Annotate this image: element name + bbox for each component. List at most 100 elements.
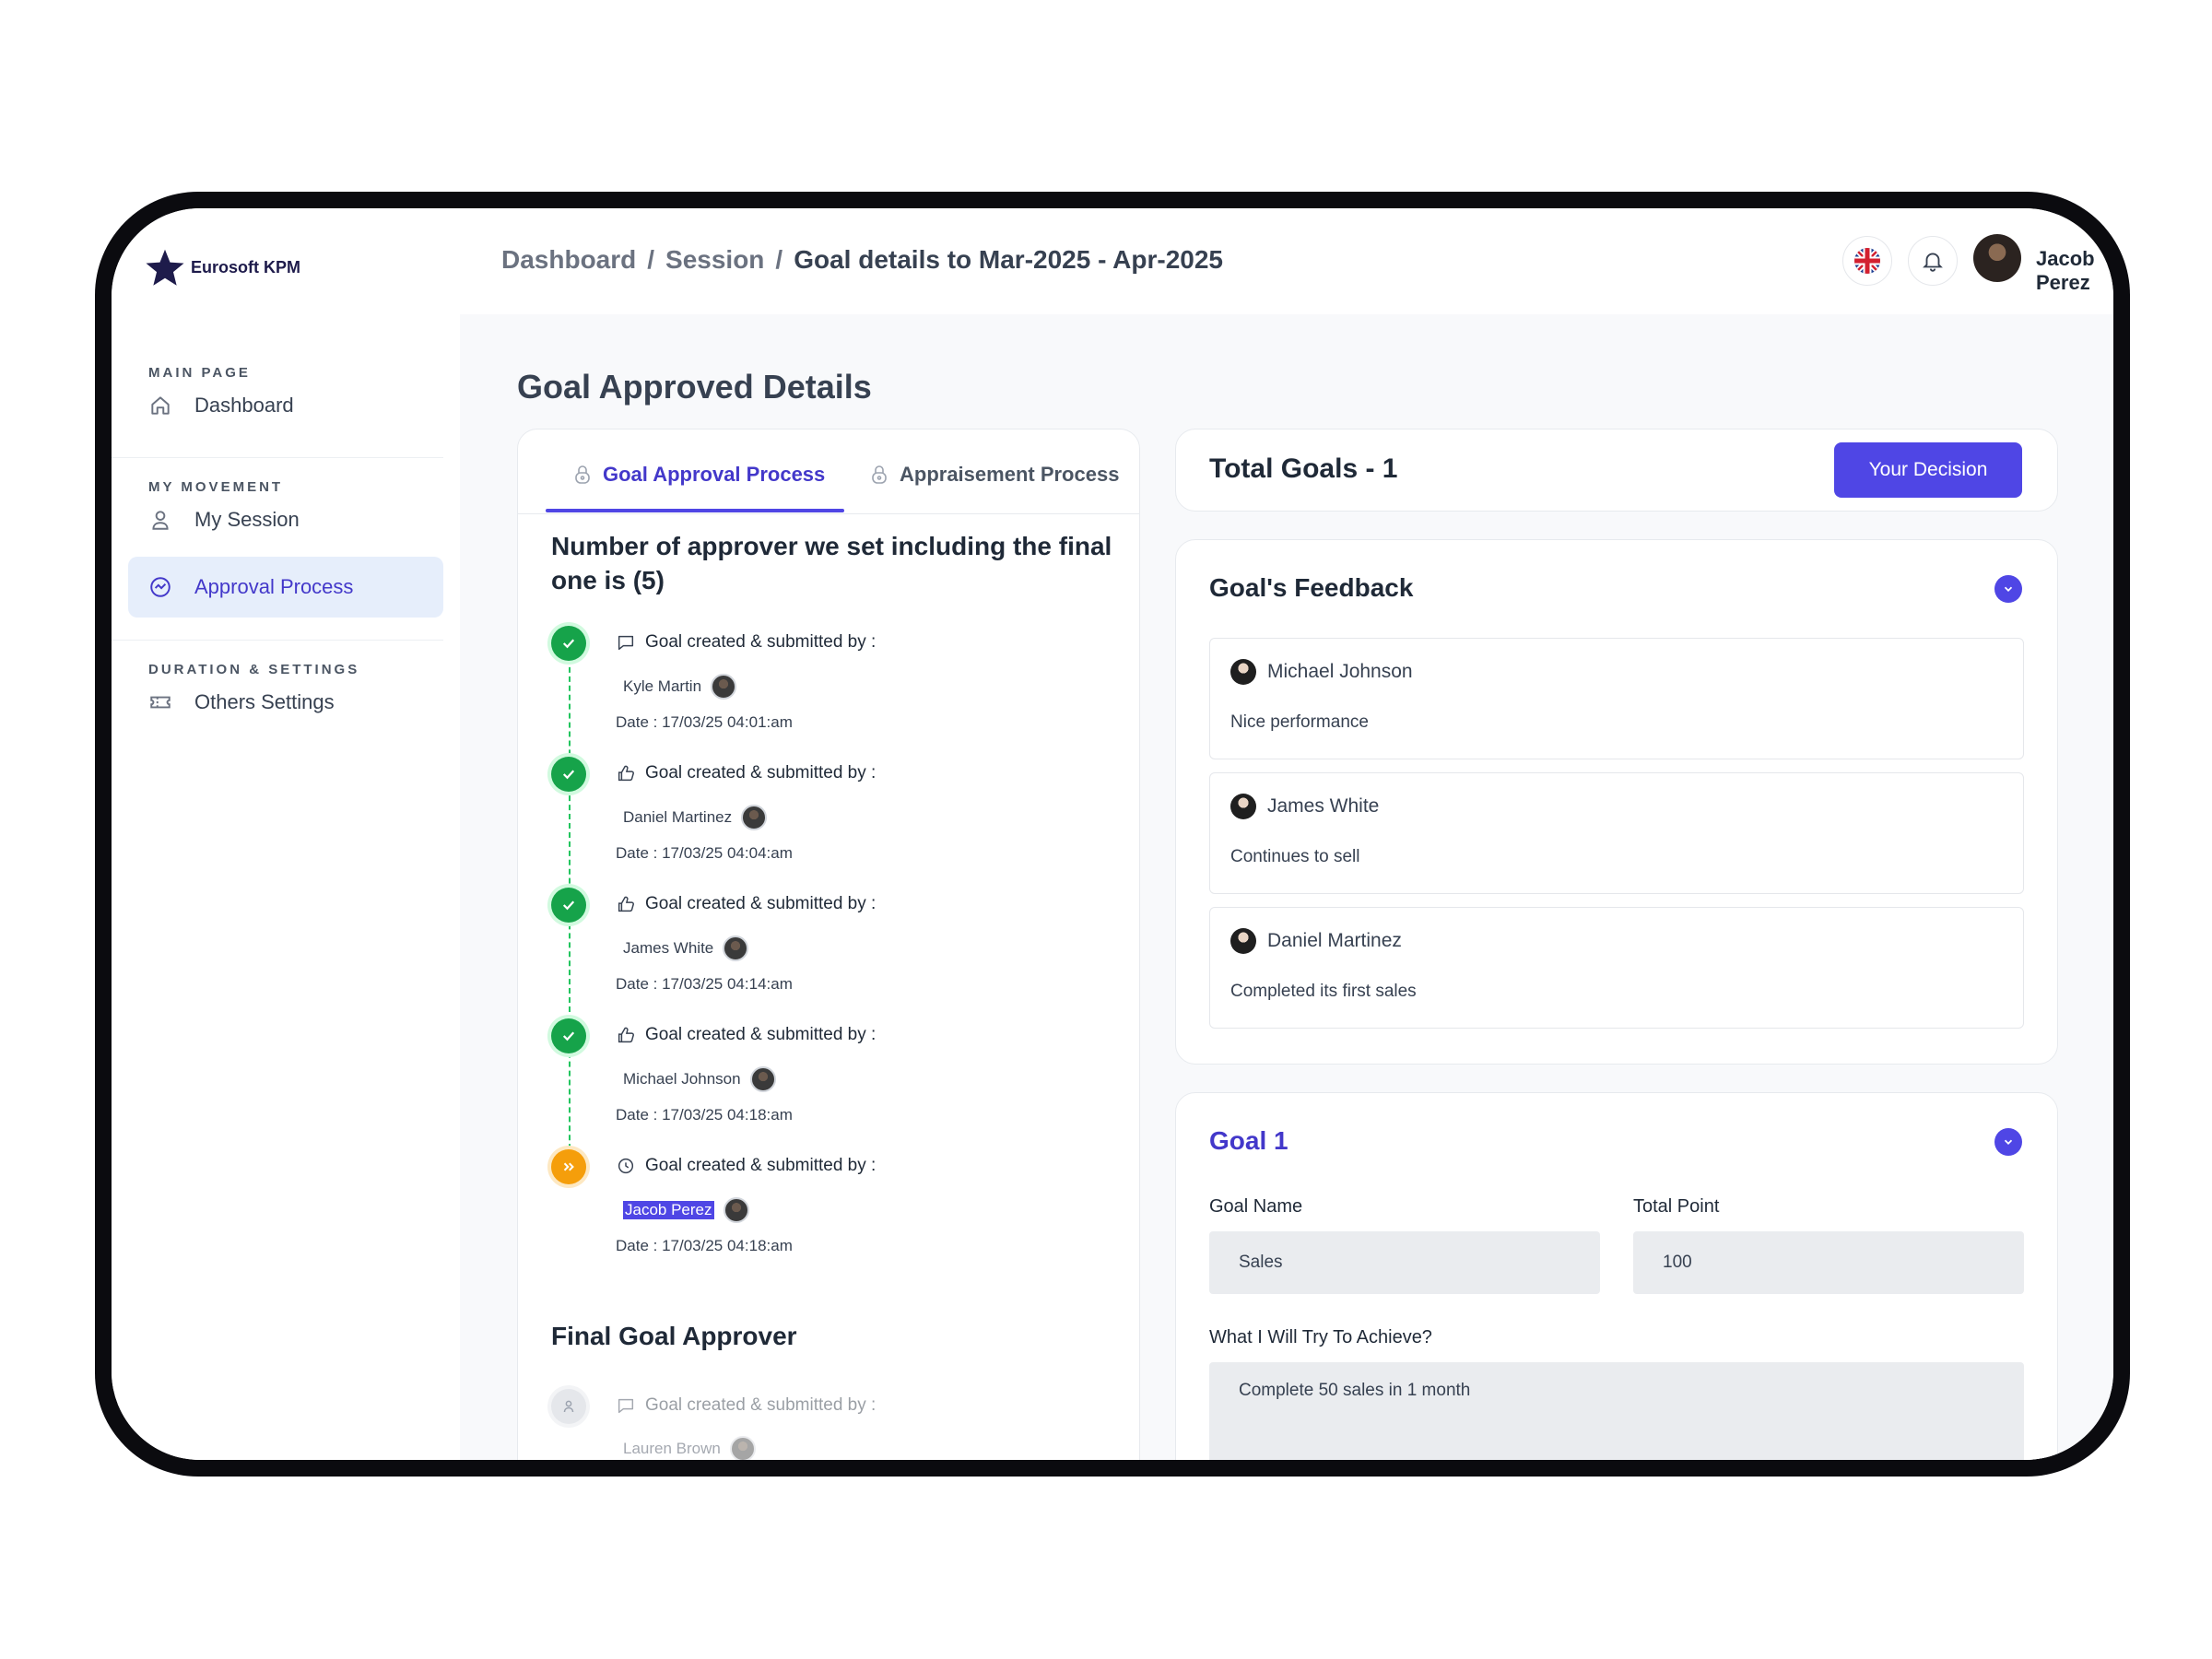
step-user: Michael Johnson [623,1066,776,1092]
goal-name-field[interactable]: Sales [1209,1231,1600,1294]
feedback-user-name: James White [1267,795,1380,817]
device-frame: Eurosoft KPM MAIN PAGE Dashboard MY MOVE… [95,192,2130,1477]
goal-name-label: Goal Name [1209,1196,1303,1217]
collapse-goal-button[interactable] [1994,1128,2022,1156]
sidebar-item-dashboard[interactable]: Dashboard [128,375,443,436]
lock-icon [872,465,887,484]
breadcrumb-session[interactable]: Session [665,245,764,275]
notification-button[interactable] [1908,236,1958,286]
comment-icon [618,635,634,651]
language-button[interactable] [1842,236,1892,286]
step-user-name: Daniel Martinez [623,808,733,826]
step-status-done [551,1018,586,1053]
tab-bar: Goal Approval Process Appraisement Proce… [518,429,1139,514]
avatar [1230,794,1256,819]
step-user-name: Kyle Martin [623,677,702,695]
chevron-down-icon [2004,1139,2013,1145]
breadcrumb: Dashboard / Session / Goal details to Ma… [501,245,1223,275]
step-status-done [551,626,586,661]
total-goals-card: Total Goals - 1 Your Decision [1175,429,2058,512]
app-screen: Eurosoft KPM MAIN PAGE Dashboard MY MOVE… [112,208,2113,1460]
total-point-field[interactable]: 100 [1633,1231,2024,1294]
breadcrumb-separator: / [775,245,783,274]
sidebar: Eurosoft KPM MAIN PAGE Dashboard MY MOVE… [112,208,460,1460]
sidebar-item-label: Approval Process [194,575,354,598]
check-icon [562,770,575,780]
feedback-user-name: Daniel Martinez [1267,930,1402,951]
approval-process-card: Goal Approval Process Appraisement Proce… [517,429,1140,1460]
total-point-label: Total Point [1633,1196,1720,1217]
sidebar-divider [112,640,443,641]
step-action: Goal created & submitted by : [616,1025,876,1045]
final-approver-title: Final Goal Approver [551,1322,797,1350]
step-status-done [551,757,586,792]
thumbs-up-icon [618,896,634,912]
sidebar-item-label: Dashboard [194,394,294,417]
active-tab-indicator [546,509,844,512]
goal-feedback-card: Goal's Feedback Michael Johnson Nice per… [1175,539,2058,1065]
feedback-user-name: Michael Johnson [1267,661,1413,682]
sidebar-item-my-session[interactable]: My Session [128,489,443,550]
breadcrumb-current: Goal details to Mar-2025 - Apr-2025 [794,245,1223,274]
feedback-text: Nice performance [1230,712,1369,732]
goal-title: Goal 1 [1209,1126,1288,1155]
avatar [723,1197,749,1223]
breadcrumb-separator: / [647,245,655,274]
brand-name: Eurosoft KPM [191,257,300,276]
thumbs-up-icon [618,1027,634,1043]
sidebar-item-others-settings[interactable]: Others Settings [128,672,443,733]
step-user-name: Jacob Perez [623,1201,714,1219]
feedback-text: Completed its first sales [1230,982,1417,1001]
step-date: Date : 17/03/25 04:01:am [616,713,793,731]
step-user-name: James White [623,939,714,957]
step-user-name: Lauren Brown [623,1440,721,1457]
avatar [1230,659,1256,685]
tab-goal-approval-process[interactable]: Goal Approval Process [571,463,825,487]
step-date: Date : 17/03/25 04:18:am [616,1237,793,1254]
feedback-user: Michael Johnson [1230,659,1413,685]
feedback-text: Continues to sell [1230,847,1360,866]
sidebar-divider [112,457,443,458]
step-user: Lauren Brown [623,1436,756,1460]
step-user: Jacob Perez [623,1197,749,1223]
tab-appraisement-process[interactable]: Appraisement Process [868,463,1119,487]
user-avatar[interactable] [1973,234,2021,282]
feedback-title: Goal's Feedback [1209,573,1414,602]
avatar [1230,928,1256,954]
step-action-text: Goal created & submitted by : [645,1395,877,1415]
step-status-pending [551,1149,586,1184]
feedback-item: Daniel Martinez Completed its first sale… [1209,907,2024,1029]
step-action-text: Goal created & submitted by : [645,632,877,652]
step-date: Date : 17/03/25 04:04:am [616,844,793,862]
step-action-text: Goal created & submitted by : [645,1025,877,1044]
collapse-feedback-button[interactable] [1994,575,2022,603]
clock-icon [618,1158,634,1174]
feedback-user: James White [1230,794,1379,819]
breadcrumb-dashboard[interactable]: Dashboard [501,245,636,275]
achieve-label: What I Will Try To Achieve? [1209,1327,1432,1347]
step-status-done [551,888,586,923]
brand-logo[interactable]: Eurosoft KPM [145,247,300,288]
double-chevron-right-icon [563,1162,574,1171]
step-user: James White [623,935,749,961]
your-decision-button[interactable]: Your Decision [1834,442,2022,498]
step-action-text: Goal created & submitted by : [645,763,877,782]
avatar [723,935,749,961]
check-icon [562,900,575,911]
user-icon [152,511,169,530]
user-icon [563,1400,574,1413]
approver-count-heading: Number of approver we set including the … [551,532,1112,594]
avatar [749,1066,776,1092]
check-icon [562,1031,575,1041]
user-name[interactable]: Jacob Perez [2036,247,2113,295]
main-content: Goal Approved Details Goal Approval Proc… [460,314,2113,1460]
tab-label: Appraisement Process [900,463,1120,486]
step-user: Kyle Martin [623,674,737,700]
step-action: Goal created & submitted by : [616,632,876,653]
home-icon [151,396,170,415]
sidebar-item-approval-process[interactable]: Approval Process [128,557,443,618]
step-date: Date : 17/03/25 04:18:am [616,1106,793,1124]
top-header: Dashboard / Session / Goal details to Ma… [460,208,2113,314]
achieve-textarea[interactable]: Complete 50 sales in 1 month [1209,1362,2024,1460]
step-user-name: Michael Johnson [623,1070,741,1088]
